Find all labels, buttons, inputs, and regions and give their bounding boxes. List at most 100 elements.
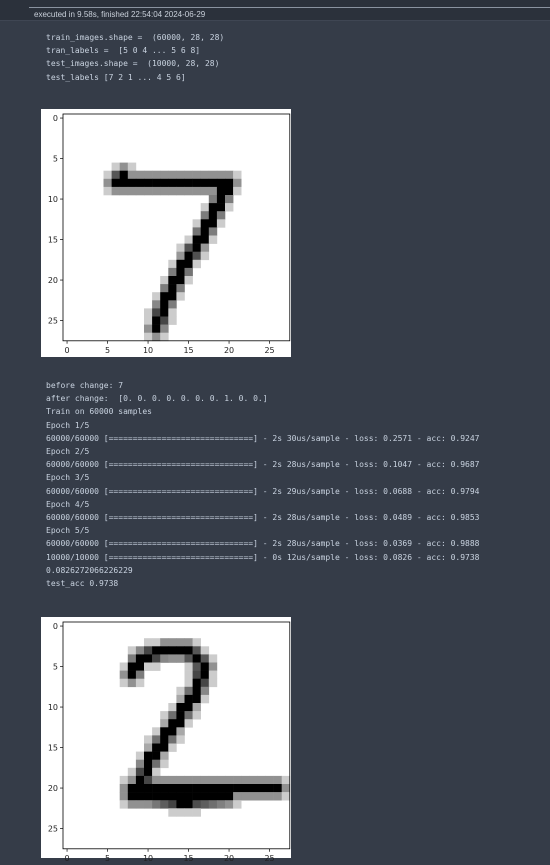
- image-pixel: [200, 170, 210, 180]
- image-pixel: [249, 784, 258, 793]
- image-pixel: [208, 219, 218, 228]
- image-pixel: [144, 170, 153, 180]
- image-pixel: [152, 300, 161, 309]
- image-pixel: [168, 284, 177, 293]
- image-pixel: [192, 219, 201, 228]
- image-pixel: [200, 178, 210, 188]
- image-pixel: [127, 775, 137, 785]
- image-pixel: [184, 638, 193, 647]
- image-pixel: [111, 186, 120, 196]
- image-pixel: [192, 251, 201, 261]
- image-pixel: [135, 178, 145, 188]
- y-tick-label: 15: [48, 236, 58, 245]
- image-pixel: [273, 784, 282, 793]
- output-line: 60000/60000 [===========================…: [46, 539, 480, 549]
- image-pixel: [168, 743, 177, 752]
- image-pixel: [192, 170, 201, 180]
- image-pixel: [144, 751, 153, 760]
- image-pixel: [184, 775, 193, 785]
- image-pixel: [160, 654, 169, 663]
- image-pixel: [160, 759, 169, 769]
- image-pixel: [144, 792, 153, 801]
- x-tick-label: 10: [143, 854, 153, 863]
- x-tick-label: 0: [65, 854, 70, 863]
- output-line: Epoch 2/5: [46, 447, 90, 457]
- y-tick-label: 25: [48, 317, 58, 326]
- image-pixel: [176, 711, 185, 720]
- image-pixel: [208, 186, 218, 196]
- image-pixel: [127, 178, 137, 188]
- image-pixel: [152, 662, 161, 671]
- image-pixel: [127, 646, 137, 655]
- image-pixel: [135, 662, 145, 671]
- image-pixel: [184, 178, 193, 188]
- image-pixel: [144, 324, 153, 333]
- image-pixel: [192, 784, 201, 793]
- image-pixel: [184, 251, 193, 261]
- image-pixel: [216, 186, 226, 196]
- image-pixel: [152, 759, 161, 769]
- image-pixel: [168, 276, 177, 285]
- image-pixel: [192, 243, 201, 252]
- y-tick-label: 25: [48, 825, 58, 834]
- image-pixel: [281, 775, 291, 785]
- image-pixel: [168, 800, 177, 809]
- image-pixel: [208, 800, 218, 809]
- image-pixel: [233, 800, 242, 809]
- image-pixel: [233, 178, 242, 188]
- image-pixel: [184, 670, 193, 679]
- output-line: Epoch 3/5: [46, 473, 90, 483]
- image-pixel: [144, 316, 153, 325]
- image-pixel: [176, 775, 185, 785]
- image-pixel: [192, 186, 201, 196]
- image-pixel: [160, 711, 169, 720]
- image-pixel: [176, 686, 185, 696]
- image-pixel: [103, 170, 112, 180]
- image-pixel: [135, 767, 145, 777]
- image-pixel: [200, 800, 210, 809]
- image-pixel: [200, 186, 210, 196]
- image-pixel: [225, 784, 234, 793]
- image-pixel: [144, 759, 153, 769]
- image-pixel: [216, 203, 226, 212]
- image-pixel: [216, 800, 226, 809]
- cell-output-text-1: train_images.shape = (60000, 28, 28) tran…: [46, 31, 224, 84]
- image-pixel: [152, 178, 161, 188]
- image-pixel: [168, 308, 177, 317]
- digit-pixels: [119, 638, 291, 817]
- image-pixel: [233, 186, 242, 196]
- image-pixel: [152, 775, 161, 785]
- image-pixel: [176, 727, 185, 736]
- image-pixel: [176, 243, 185, 252]
- image-pixel: [200, 784, 210, 793]
- output-line: test_labels [7 2 1 ... 4 5 6]: [46, 72, 186, 82]
- image-pixel: [127, 678, 137, 688]
- image-pixel: [160, 170, 169, 180]
- image-pixel: [257, 775, 266, 785]
- image-pixel: [225, 203, 234, 212]
- image-pixel: [127, 162, 137, 171]
- image-pixel: [111, 162, 120, 171]
- execution-info: executed in 9.58s, finished 22:54:04 202…: [34, 10, 206, 19]
- image-pixel: [160, 324, 169, 333]
- image-pixel: [176, 292, 185, 301]
- image-pixel: [176, 178, 185, 188]
- output-line: 60000/60000 [===========================…: [46, 513, 480, 523]
- image-pixel: [192, 694, 201, 704]
- image-pixel: [152, 735, 161, 744]
- plot-svg: 0 5 10 15 20 25 0 5 10 15 20 25: [48, 113, 291, 355]
- output-line: 60000/60000 [===========================…: [46, 486, 480, 496]
- image-pixel: [144, 775, 153, 785]
- image-pixel: [127, 670, 137, 679]
- image-pixel: [168, 300, 177, 309]
- image-pixel: [168, 170, 177, 180]
- image-pixel: [127, 170, 137, 180]
- x-tick-label: 5: [105, 854, 110, 863]
- output-line: 60000/60000 [===========================…: [46, 433, 480, 443]
- image-pixel: [208, 170, 218, 180]
- image-pixel: [192, 678, 201, 688]
- output-line: Epoch 4/5: [46, 499, 90, 509]
- image-pixel: [119, 186, 129, 196]
- image-pixel: [208, 670, 218, 679]
- image-pixel: [135, 170, 145, 180]
